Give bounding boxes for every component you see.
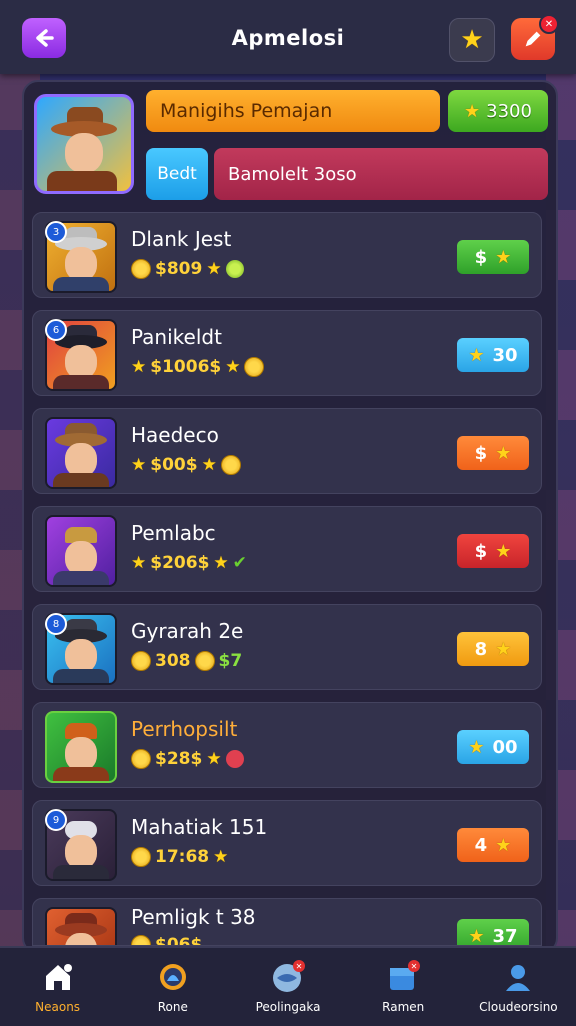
player-name: Pemlabc: [131, 521, 216, 545]
player-name: Mahatiak 151: [131, 815, 268, 839]
rank-badge-icon: 8: [45, 613, 67, 635]
gem-icon: [225, 260, 244, 278]
star-icon: ★: [495, 834, 512, 856]
nav-label: Ramen: [382, 1000, 425, 1014]
reward-pill[interactable]: ★ 37: [457, 919, 529, 946]
notification-badge-icon: ✕: [539, 14, 559, 34]
top-bar: Apmelosi ★ ✕: [0, 0, 576, 74]
reward-pill[interactable]: $ ★: [457, 240, 529, 274]
coin-icon: [131, 749, 151, 769]
rank-badge-icon: 3: [45, 221, 67, 243]
player-stats: ★ $1006$ ★: [131, 357, 265, 377]
player-row[interactable]: Haedeco ★ $00$ ★ $ ★: [32, 408, 542, 494]
nav-item-home[interactable]: Neaons: [0, 948, 115, 1026]
player-avatar: [45, 711, 117, 783]
star-icon: ★: [495, 540, 512, 562]
reward-pill[interactable]: ★ 00: [457, 730, 529, 764]
player-name: Pemligk t 38: [131, 905, 256, 929]
player-row[interactable]: Pemligk t 38 $06$ ★ 37: [32, 898, 542, 946]
player-stats: ★ $206$ ★ ✔: [131, 553, 247, 573]
star-icon: ★: [468, 925, 485, 946]
player-name: Perrhopsilt: [131, 717, 238, 741]
reward-pill[interactable]: $ ★: [457, 534, 529, 568]
reward-pill[interactable]: ★ 30: [457, 338, 529, 372]
player-row[interactable]: 6 Panikeldt ★ $1006$ ★ ★ 30: [32, 310, 542, 396]
player-stats: 308 $7: [131, 651, 242, 671]
star-icon: ★: [495, 442, 512, 464]
score-value: 3300: [486, 100, 532, 122]
star-icon: ★: [468, 344, 485, 366]
coin-icon: [131, 651, 151, 671]
coin-icon: [131, 259, 151, 279]
svg-text:✕: ✕: [296, 962, 303, 971]
player-stats: $809 ★: [131, 259, 244, 279]
edit-button[interactable]: ✕: [511, 14, 559, 60]
nav-item-ramen[interactable]: ✕ Ramen: [346, 948, 461, 1026]
coin-icon: [131, 847, 151, 867]
check-icon: ✔: [232, 553, 247, 573]
player-stats: ★ $00$ ★: [131, 455, 241, 475]
player-stats: 17:68 ★: [131, 847, 228, 867]
profile-icon: [500, 960, 536, 994]
player-name: Haedeco: [131, 423, 219, 447]
bell-icon: [155, 960, 191, 994]
nav-label: Rone: [157, 1000, 188, 1014]
coin-icon: [220, 455, 241, 475]
player-name: Panikeldt: [131, 325, 222, 349]
globe-icon: ✕: [270, 960, 306, 994]
bottom-nav: Neaons Rone ✕ Peolingaka ✕ Ramen Cloudeo…: [0, 946, 576, 1026]
nav-label: Cloudeorsino: [479, 1000, 558, 1014]
coin-icon: [131, 935, 151, 945]
tab-leaderboard[interactable]: Bamolelt 3oso: [214, 148, 548, 200]
player-row[interactable]: 3 Dlank Jest $809 ★ $ ★: [32, 212, 542, 298]
player-avatar: [45, 515, 117, 587]
rank-badge-icon: 9: [45, 809, 67, 831]
player-stats: $28$ ★: [131, 749, 244, 769]
hero-banner: Manigihs Pemajan: [146, 90, 440, 132]
player-stats: $06$: [131, 935, 202, 945]
hero-avatar[interactable]: [34, 94, 134, 194]
reward-pill[interactable]: $ ★: [457, 436, 529, 470]
reward-pill[interactable]: 8 ★: [457, 632, 529, 666]
nav-item-rone[interactable]: Rone: [115, 948, 230, 1026]
star-icon: ★: [468, 736, 485, 758]
dice-icon: [225, 750, 244, 768]
home-icon: [40, 960, 76, 994]
player-row[interactable]: 8 Gyrarah 2e 308 $7 8 ★: [32, 604, 542, 690]
tab-best[interactable]: Bedt: [146, 148, 208, 200]
player-name: Gyrarah 2e: [131, 619, 244, 643]
star-icon: ★: [495, 246, 512, 268]
player-avatar: [45, 417, 117, 489]
pencil-icon: [525, 31, 541, 47]
nav-item-peolingaka[interactable]: ✕ Peolingaka: [230, 948, 345, 1026]
svg-text:✕: ✕: [411, 962, 418, 971]
star-icon: ★: [495, 638, 512, 660]
score-pill[interactable]: ★ 3300: [448, 90, 548, 132]
player-row[interactable]: Pemlabc ★ $206$ ★ ✔ $ ★: [32, 506, 542, 592]
player-avatar: [45, 907, 117, 945]
coin-icon: [244, 357, 265, 377]
nav-label: Peolingaka: [255, 1000, 321, 1014]
inbox-icon: ✕: [385, 960, 421, 994]
player-row[interactable]: Perrhopsilt $28$ ★ ★ 00: [32, 702, 542, 788]
player-row[interactable]: 9 Mahatiak 151 17:68 ★ 4 ★: [32, 800, 542, 886]
star-icon: ★: [464, 100, 481, 122]
nav-item-profile[interactable]: Cloudeorsino: [461, 948, 576, 1026]
coin-icon: [194, 651, 215, 671]
nav-label: Neaons: [35, 1000, 81, 1014]
reward-pill[interactable]: 4 ★: [457, 828, 529, 862]
star-icon: ★: [460, 25, 484, 55]
player-name: Dlank Jest: [131, 227, 232, 251]
rank-badge-icon: 6: [45, 319, 67, 341]
favorites-button[interactable]: ★: [449, 18, 495, 62]
